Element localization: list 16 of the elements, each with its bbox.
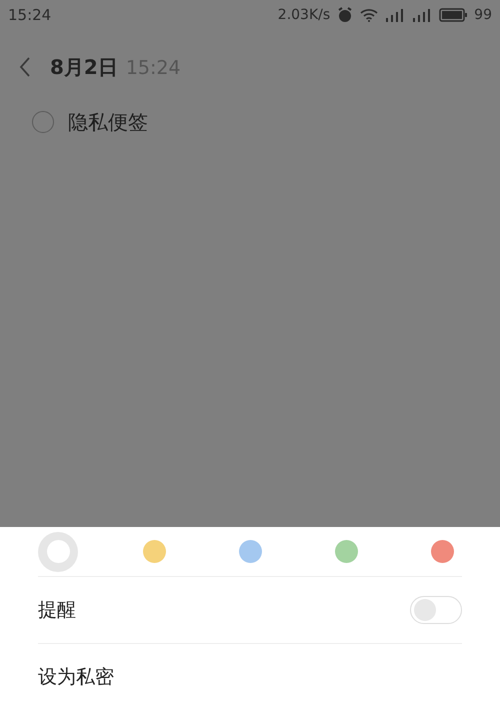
option-label[interactable]: 提醒 [38, 596, 76, 624]
network-speed: 2.03K/s [278, 6, 330, 24]
back-icon[interactable] [18, 56, 32, 78]
battery-level: 99 [474, 6, 492, 24]
battery-icon [439, 8, 468, 22]
alarm-clock-icon [337, 7, 354, 23]
color-option[interactable] [38, 532, 78, 572]
signal-icon [385, 8, 406, 22]
reminder-toggle[interactable] [410, 596, 462, 624]
status-time: 15:24 [8, 4, 52, 26]
checkbox[interactable] [32, 111, 54, 133]
wifi-icon [360, 8, 378, 22]
signal-icon [412, 8, 432, 22]
note-date: 8月2日 [50, 54, 118, 81]
note-text: 隐私便签 [68, 109, 148, 136]
option-label[interactable]: 设为私密 [38, 663, 114, 692]
